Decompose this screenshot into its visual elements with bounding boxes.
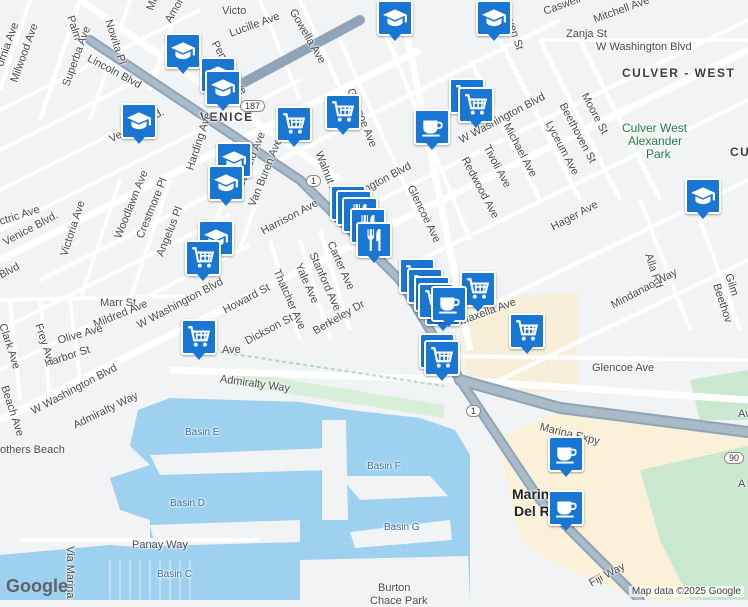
map-marker-coffee[interactable] [431, 286, 467, 328]
graduation-cap-icon [210, 75, 236, 101]
map-marker-coffee[interactable] [548, 436, 584, 478]
map-attribution[interactable]: Map data ©2025 Google [628, 586, 744, 597]
water-label: Basin G [384, 522, 420, 533]
street-label: Ave [222, 344, 241, 356]
map-marker-shopping[interactable] [325, 94, 361, 136]
street-label: Zanja St [566, 28, 607, 40]
map-marker-restaurant[interactable] [356, 222, 392, 264]
street-label: Glencoe Ave [592, 362, 655, 374]
area-label: CULVER - WEST [622, 66, 736, 80]
shopping-cart-icon [330, 99, 356, 125]
poi-label: Burton [378, 582, 411, 594]
map-marker-shopping[interactable] [509, 313, 545, 355]
route-shield: 187 [240, 100, 266, 112]
park-label: Park [646, 147, 671, 161]
shopping-cart-icon [514, 318, 540, 344]
shopping-cart-icon [463, 92, 489, 118]
water-label: Basin F [367, 461, 401, 472]
route-shield: 1 [306, 175, 322, 187]
graduation-cap-icon [126, 108, 152, 134]
coffee-cup-icon [419, 114, 445, 140]
map-marker-school[interactable] [165, 33, 201, 75]
shopping-cart-icon [465, 276, 491, 302]
map-marker-school[interactable] [121, 103, 157, 145]
map-marker-shopping[interactable] [424, 340, 460, 382]
street-label: A [738, 478, 746, 490]
graduation-cap-icon [170, 38, 196, 64]
marina-label: Del R [514, 503, 550, 519]
coffee-cup-icon [436, 291, 462, 317]
map-marker-school[interactable] [377, 0, 413, 42]
coffee-cup-icon [553, 495, 579, 521]
street-label: W Washington Blvd [596, 41, 692, 53]
map-marker-shopping[interactable] [181, 319, 217, 361]
basin-peninsula-6 [322, 420, 348, 520]
map-marker-school[interactable] [685, 178, 721, 220]
map-marker-coffee[interactable] [414, 109, 450, 151]
google-logo: Google [6, 576, 68, 596]
poi-label: others Beach [0, 444, 65, 456]
park-label: Alexander [628, 134, 683, 148]
water-label: Basin C [157, 569, 193, 580]
fork-knife-icon [361, 227, 387, 253]
graduation-cap-icon [690, 183, 716, 209]
poi-label: Chace Park [370, 595, 428, 607]
map-marker-shopping[interactable] [276, 106, 312, 148]
graduation-cap-icon [213, 170, 239, 196]
shopping-cart-icon [281, 111, 307, 137]
route-shield: 90 [724, 452, 745, 464]
graduation-cap-icon [481, 5, 507, 31]
map-marker-school[interactable] [208, 165, 244, 207]
shopping-cart-icon [190, 245, 216, 271]
street-label: Panay Way [132, 539, 188, 551]
map-marker-school[interactable] [205, 70, 241, 112]
street-label: Av [738, 408, 748, 420]
shopping-cart-icon [186, 324, 212, 350]
area-label: CUL [730, 145, 748, 159]
map-marker-shopping[interactable] [458, 87, 494, 129]
graduation-cap-icon [382, 5, 408, 31]
park-label: Culver West [622, 121, 688, 135]
water-label: Basin E [185, 427, 220, 438]
map-marker-school[interactable] [476, 0, 512, 42]
map-marker-shopping[interactable] [185, 240, 221, 282]
route-shield: 1 [466, 405, 482, 417]
map-marker-coffee[interactable] [548, 490, 584, 532]
water-label: Basin D [170, 498, 206, 509]
street-label: Victo [222, 5, 247, 17]
shopping-cart-icon [429, 345, 455, 371]
coffee-cup-icon [553, 441, 579, 467]
